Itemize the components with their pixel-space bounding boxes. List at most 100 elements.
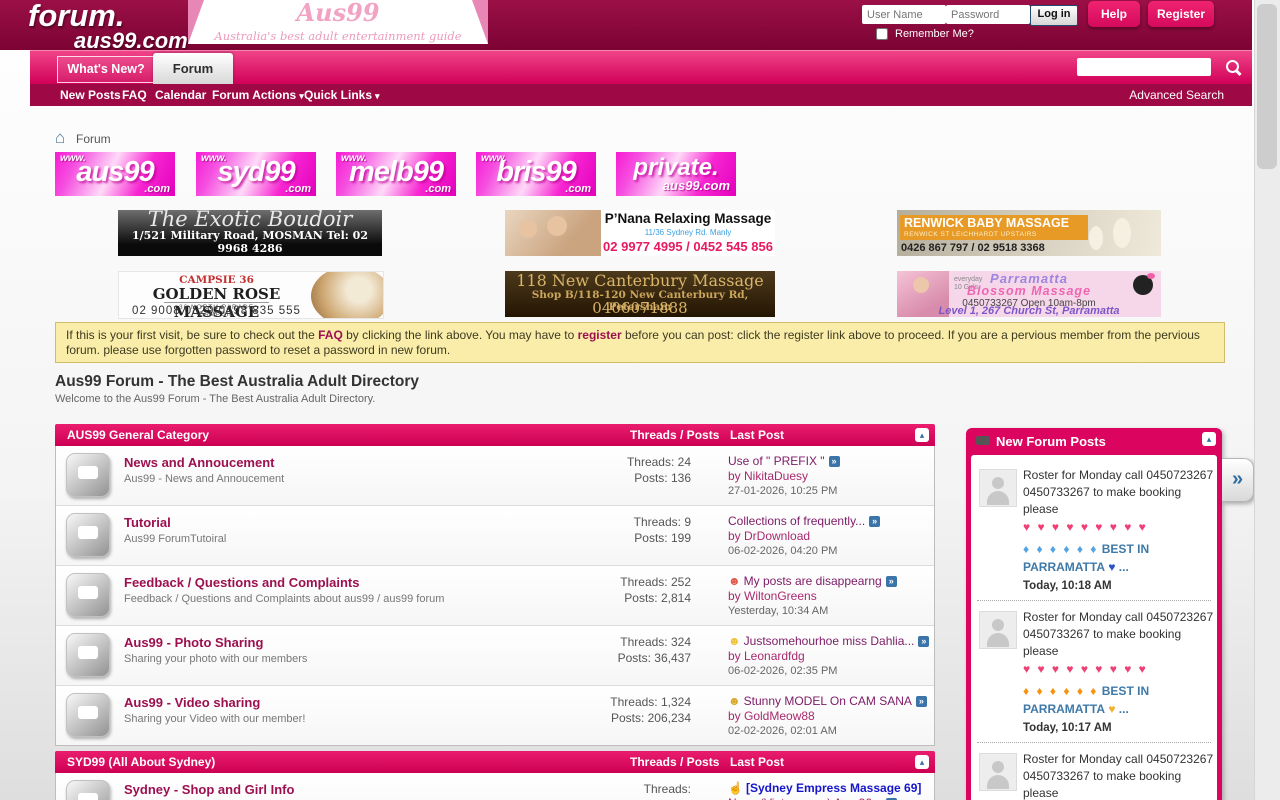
forum-row-video-sharing: Aus99 - Video sharing Sharing your Video… <box>56 686 934 745</box>
threads-posts: Threads: 324Posts: 36,437 <box>536 634 691 666</box>
faq-link[interactable]: FAQ <box>318 328 343 342</box>
login-button[interactable]: Log in <box>1030 5 1078 26</box>
ad-pnana-massage[interactable]: P’Nana Relaxing Massage 11/36 Sydney Rd.… <box>505 210 775 256</box>
forum-title-link[interactable]: Aus99 - Photo Sharing <box>124 635 263 650</box>
advanced-search-link[interactable]: Advanced Search <box>1129 84 1224 106</box>
tile-com: .com <box>144 183 170 195</box>
register-button[interactable]: Register <box>1148 1 1214 27</box>
ad-phone: 0406071888 <box>505 299 775 317</box>
ad-address: 11/36 Sydney Rd. Manly <box>601 228 775 237</box>
forum-title-link[interactable]: Feedback / Questions and Complaints <box>124 575 360 590</box>
ad-parramatta-blossom-massage[interactable]: everyday10 Girls Parramatta Blossom Mass… <box>897 271 1161 317</box>
banner-melb99[interactable]: www. melb99 .com <box>336 152 456 196</box>
candle-decoration <box>1089 226 1103 250</box>
last-post: ☻My posts are disappearng » by WiltonGree… <box>728 574 930 619</box>
sidebar-expand-button[interactable]: » <box>1222 458 1254 502</box>
search-input[interactable] <box>1077 58 1211 76</box>
goto-last-post-icon[interactable]: » <box>916 696 927 707</box>
category-title[interactable]: AUS99 General Category <box>67 424 209 446</box>
remember-me-label: Remember Me? <box>895 28 974 40</box>
goto-last-post-icon[interactable]: » <box>886 576 897 587</box>
password-field[interactable] <box>946 5 1030 24</box>
sidebar-header: New Forum Posts ▴ <box>966 428 1222 455</box>
last-post-title-link[interactable]: Stunny MODEL On CAM SANA <box>744 694 912 708</box>
best-in-text: BEST IN <box>1102 684 1149 698</box>
collapse-icon[interactable]: ▴ <box>915 428 929 442</box>
last-post-author-link[interactable]: by GoldMeow88 <box>728 709 930 724</box>
last-post-title-link[interactable]: [Sydney Empress Massage 69] <box>746 781 921 795</box>
forum-icon <box>66 693 110 737</box>
doll-icon <box>1133 275 1153 295</box>
last-post-author-link[interactable]: by NikitaDuesy <box>728 469 930 484</box>
nav-quick-links[interactable]: Quick Links▾ <box>304 84 380 106</box>
forum-title-link[interactable]: News and Annoucement <box>124 455 274 470</box>
post-title-link[interactable]: Roster for Monday call 0450723267 045073… <box>1023 467 1215 576</box>
speech-bubble-icon <box>78 793 98 800</box>
nav-faq[interactable]: FAQ <box>122 84 147 106</box>
forum-title-link[interactable]: Aus99 - Video sharing <box>124 695 260 710</box>
last-post-author-link[interactable]: by Leonardfdg <box>728 649 930 664</box>
last-post-title-link[interactable]: Collections of frequently... <box>728 514 865 528</box>
breadcrumb[interactable]: Forum <box>76 132 111 146</box>
forum-title-link[interactable]: Sydney - Shop and Girl Info <box>124 782 294 797</box>
forum-title-link[interactable]: Tutorial <box>124 515 171 530</box>
collapse-icon[interactable]: ▴ <box>915 755 929 769</box>
goto-last-post-icon[interactable]: » <box>869 516 880 527</box>
goto-last-post-icon[interactable]: » <box>918 636 929 647</box>
last-post-author-link[interactable]: by WiltonGreens <box>728 589 930 604</box>
forum-page: forum. aus99.com Aus99 Australia's best … <box>0 0 1280 800</box>
search-button[interactable] <box>1216 54 1250 81</box>
last-post-title-link[interactable]: My posts are disappearng <box>744 574 882 588</box>
category-body: Sydney - Shop and Girl Info Talk about S… <box>55 773 935 800</box>
avatar[interactable] <box>979 469 1017 507</box>
forum-row-feedback: Feedback / Questions and Complaints Feed… <box>56 566 934 626</box>
last-post-date: 02-02-2026, 02:01 AM <box>728 724 930 739</box>
header-banner-ad[interactable]: Aus99 Australia's best adult entertainme… <box>188 0 488 44</box>
username-field[interactable] <box>862 5 946 24</box>
last-post-title-link[interactable]: Nana (Vietnamese) Aug 26... <box>728 796 882 800</box>
new-forum-posts-panel: New Forum Posts ▴ Roster for Monday call… <box>966 428 1222 800</box>
remember-me-checkbox[interactable] <box>876 28 888 40</box>
nav-new-posts[interactable]: New Posts <box>60 84 121 106</box>
tab-forum[interactable]: Forum <box>153 53 233 84</box>
forum-row-news: News and Annoucement Aus99 - News and An… <box>56 446 934 506</box>
last-post: Use of " PREFIX "» by NikitaDuesy 27-01-… <box>728 454 930 499</box>
tab-whats-new[interactable]: What's New? <box>57 56 155 83</box>
banner-aus99[interactable]: www. aus99 .com <box>55 152 175 196</box>
help-button[interactable]: Help <box>1088 1 1140 27</box>
ad-118-new-canterbury-massage[interactable]: 118 New Canterbury Massage Shop B/118-12… <box>505 271 775 317</box>
ad-phone: 02 9977 4995 / 0452 545 856 <box>601 239 775 254</box>
last-post: Collections of frequently... » by DrDownl… <box>728 514 930 559</box>
angry-smiley-icon: ☻ <box>728 574 741 588</box>
post-title-link[interactable]: Roster for Monday call 0450723267 045073… <box>1023 609 1215 718</box>
collapse-icon[interactable]: ▴ <box>1202 432 1216 446</box>
ad-renwick-baby-massage[interactable]: RENWICK BABY MASSAGE RENWICK ST LEICHHAR… <box>897 210 1161 256</box>
banner-private-aus99[interactable]: private. aus99.com <box>616 152 736 196</box>
header: forum. aus99.com Aus99 Australia's best … <box>0 0 1252 50</box>
last-post-title-link[interactable]: Justsomehourhoe miss Dahlia... <box>744 634 915 648</box>
category-header[interactable]: SYD99 (All About Sydney) Threads / Posts… <box>55 751 935 773</box>
nav-calendar[interactable]: Calendar <box>155 84 206 106</box>
category-header[interactable]: AUS99 General Category Threads / Posts L… <box>55 424 935 446</box>
last-post-title-link[interactable]: Use of " PREFIX " <box>728 454 825 468</box>
forum-description: Aus99 ForumTutoiral <box>124 533 226 545</box>
avatar[interactable] <box>979 753 1017 791</box>
avatar[interactable] <box>979 611 1017 649</box>
post-title-link[interactable]: Roster for Monday call 0450723267 045073… <box>1023 751 1215 800</box>
tile-com: .com <box>425 183 451 195</box>
scrollbar-thumb[interactable] <box>1257 4 1277 169</box>
nav-forum-actions[interactable]: Forum Actions▾ <box>212 84 304 106</box>
goto-last-post-icon[interactable]: » <box>829 456 840 467</box>
candle-decoration <box>1113 218 1131 248</box>
register-link[interactable]: register <box>578 328 622 342</box>
banner-syd99[interactable]: www. syd99 .com <box>196 152 316 196</box>
ad-exotic-boudoir[interactable]: The Exotic Boudoir 1/521 Military Road, … <box>118 210 382 256</box>
home-icon[interactable]: ⌂ <box>55 128 65 148</box>
ad-address: Level 1, 267 Church St, Parramatta <box>897 305 1161 317</box>
column-threads-posts: Threads / Posts <box>630 751 719 773</box>
banner-bris99[interactable]: www. bris99 .com <box>476 152 596 196</box>
last-post-author-link[interactable]: by DrDownload <box>728 529 930 544</box>
ad-photo <box>311 271 384 319</box>
category-title[interactable]: SYD99 (All About Sydney) <box>67 751 215 773</box>
ad-golden-rose-massage[interactable]: CAMPSIE 36 GOLDEN ROSE MASSAGE 36 NORTH … <box>118 271 384 319</box>
